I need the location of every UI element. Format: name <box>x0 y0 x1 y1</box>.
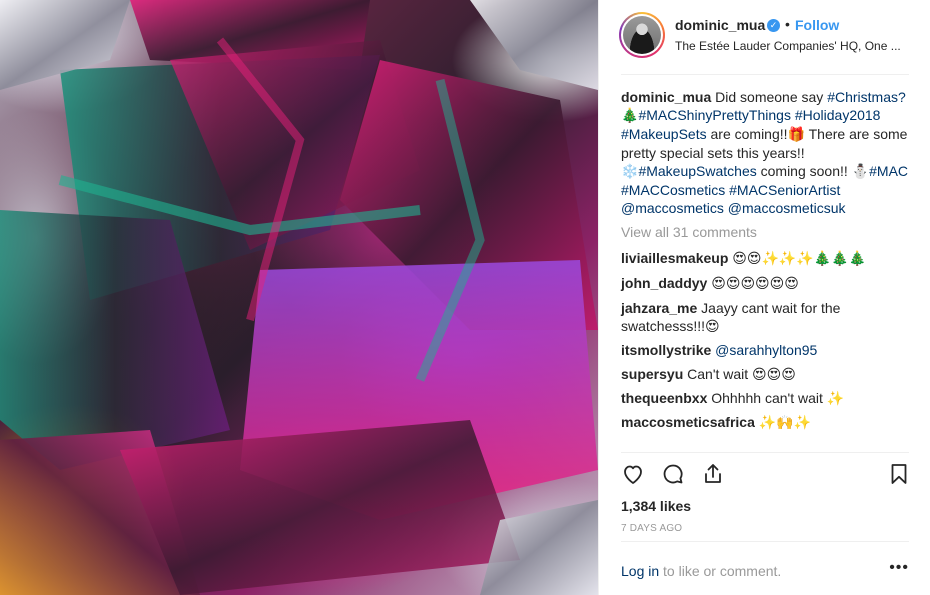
avatar-photo <box>623 16 661 54</box>
post-photo[interactable] <box>0 0 598 595</box>
login-link[interactable]: Log in <box>621 563 659 579</box>
view-all-comments-link[interactable]: View all 31 comments <box>621 223 913 241</box>
christmas-tree-emoji: 🎄 <box>621 108 639 124</box>
mention-link[interactable]: @maccosmeticsuk <box>728 200 846 216</box>
comment-username[interactable]: maccosmeticsafrica <box>621 414 755 430</box>
comment-text: 😍😍✨✨✨🎄🎄🎄 <box>732 251 867 267</box>
location-link[interactable]: The Estée Lauder Companies' HQ, One ... <box>675 39 915 53</box>
comment-username[interactable]: thequeenbxx <box>621 390 707 406</box>
caption: dominic_mua Did someone say #Christmas? 🎄… <box>621 88 913 217</box>
login-prompt: Log in to like or comment. <box>621 563 781 579</box>
login-divider <box>621 541 909 542</box>
hashtag-link[interactable]: #MACShinyPrettyThings <box>638 107 791 123</box>
shiny-boxes-image <box>0 0 598 595</box>
follow-button[interactable]: Follow <box>795 17 839 33</box>
comments-section: dominic_mua Did someone say #Christmas? 🎄… <box>621 88 913 438</box>
login-text: to like or comment. <box>663 563 782 579</box>
heart-icon[interactable] <box>621 462 645 486</box>
hashtag-link[interactable]: #MAC <box>869 163 908 179</box>
snowflake-emoji: ❄️ <box>621 164 639 180</box>
post-actions: 1,384 likes 7 DAYS AGO Log in to like or… <box>599 452 930 592</box>
mention-link[interactable]: @sarahhylton95 <box>715 342 817 358</box>
hashtag-link[interactable]: #MakeupSwatches <box>638 163 756 179</box>
comment-username[interactable]: john_daddyy <box>621 275 707 291</box>
post-panel: dominic_mua ✓ • Follow The Estée Lauder … <box>598 0 930 595</box>
comment-row: maccosmeticsafrica ✨🙌✨ <box>621 413 913 432</box>
comment-row: jahzara_me Jaayy cant wait for the swatc… <box>621 299 913 335</box>
share-icon[interactable] <box>701 462 725 486</box>
hashtag-link[interactable]: #Christmas? <box>827 89 906 105</box>
mention-link[interactable]: @maccosmetics <box>621 200 724 216</box>
comment-row: supersyu Can't wait 😍😍😍 <box>621 365 913 383</box>
caption-text: are coming!! <box>710 126 788 142</box>
header-divider <box>621 74 909 75</box>
gift-emoji: 🎁 <box>787 127 805 143</box>
comment-row: thequeenbxx Ohhhhh can't wait ✨ <box>621 389 913 407</box>
comment-text: 😍😍😍😍😍😍 <box>711 276 799 292</box>
caption-text: Did someone say <box>715 89 824 105</box>
comment-icon[interactable] <box>661 462 685 486</box>
avatar[interactable] <box>619 12 665 58</box>
caption-username[interactable]: dominic_mua <box>621 89 711 105</box>
hashtag-link[interactable]: #MACCosmetics <box>621 182 725 198</box>
header-separator: • <box>785 16 790 32</box>
likes-count[interactable]: 1,384 likes <box>621 498 691 514</box>
snowman-emoji: ⛄ <box>851 164 870 180</box>
post-header: dominic_mua ✓ • Follow The Estée Lauder … <box>599 0 930 75</box>
hashtag-link[interactable]: #MakeupSets <box>621 126 707 142</box>
verified-badge-icon: ✓ <box>767 19 780 32</box>
caption-text: coming soon!! <box>760 163 848 179</box>
header-username[interactable]: dominic_mua <box>675 17 765 33</box>
comment-row: liviaillesmakeup 😍😍✨✨✨🎄🎄🎄 <box>621 249 913 268</box>
comment-username[interactable]: liviaillesmakeup <box>621 250 728 266</box>
comment-username[interactable]: jahzara_me <box>621 300 697 316</box>
bookmark-icon[interactable] <box>887 462 911 486</box>
comment-username[interactable]: itsmollystrike <box>621 342 711 358</box>
comment-text: Ohhhhh can't wait ✨ <box>711 390 845 406</box>
comment-text: Can't wait 😍😍😍 <box>687 366 796 382</box>
more-options-icon[interactable]: ••• <box>889 559 909 577</box>
comment-row: itsmollystrike @sarahhylton95 <box>621 341 913 359</box>
hashtag-link[interactable]: #MACSeniorArtist <box>729 182 840 198</box>
actions-divider <box>621 452 909 453</box>
hashtag-link[interactable]: #Holiday2018 <box>795 107 881 123</box>
post-date: 7 DAYS AGO <box>621 523 683 534</box>
comment-row: john_daddyy 😍😍😍😍😍😍 <box>621 274 913 293</box>
comment-text: ✨🙌✨ <box>758 415 812 431</box>
comment-username[interactable]: supersyu <box>621 366 683 382</box>
